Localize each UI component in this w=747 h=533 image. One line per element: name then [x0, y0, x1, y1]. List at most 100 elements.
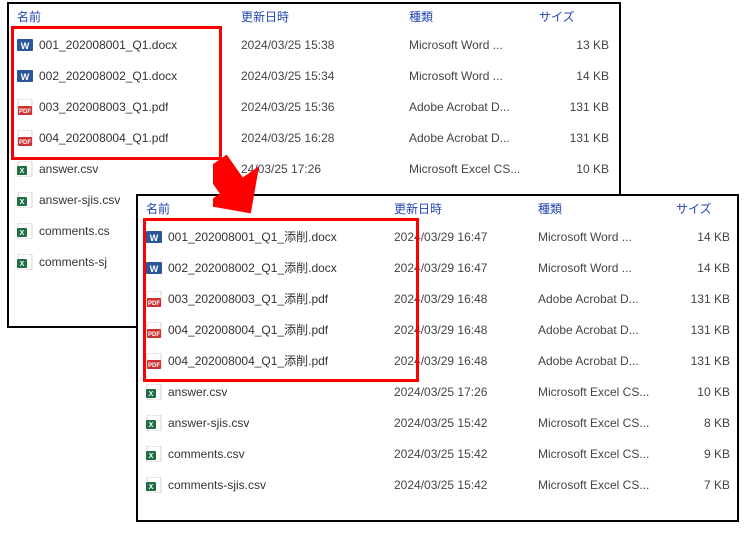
column-header-row: 名前 更新日時 種類 サイズ	[138, 196, 737, 221]
file-size-cell: 10 KB	[676, 385, 736, 399]
file-date-cell: 2024/03/29 16:48	[394, 292, 538, 306]
file-type-cell: Microsoft Excel CS...	[409, 162, 539, 176]
file-name-label: comments.cs	[39, 224, 110, 238]
file-name-cell[interactable]: X comments-sjis.csv	[146, 477, 394, 493]
file-size-cell: 9 KB	[676, 447, 736, 461]
file-row[interactable]: X comments-sjis.csv2024/03/25 15:42Micro…	[138, 469, 737, 500]
file-size-cell: 131 KB	[676, 292, 736, 306]
file-type-cell: Microsoft Excel CS...	[538, 385, 676, 399]
file-type-cell: Microsoft Excel CS...	[538, 447, 676, 461]
file-date-cell: 2024/03/29 16:48	[394, 354, 538, 368]
file-type-cell: Adobe Acrobat D...	[538, 323, 676, 337]
file-row[interactable]: W 002_202008002_Q1_添削.docx2024/03/29 16:…	[138, 252, 737, 283]
file-size-cell: 131 KB	[676, 354, 736, 368]
file-size-cell: 13 KB	[539, 38, 615, 52]
svg-text:X: X	[149, 391, 154, 398]
file-date-cell: 24/03/25 17:26	[241, 162, 409, 176]
file-type-cell: Microsoft Word ...	[538, 230, 676, 244]
file-type-cell: Microsoft Word ...	[538, 261, 676, 275]
file-row[interactable]: W 001_202008001_Q1.docx2024/03/25 15:38M…	[9, 29, 619, 60]
file-name-cell[interactable]: PDF 003_202008003_Q1.pdf	[17, 99, 241, 115]
word-icon: W	[17, 37, 33, 53]
svg-text:PDF: PDF	[148, 363, 160, 369]
file-row[interactable]: X comments.csv2024/03/25 15:42Microsoft …	[138, 438, 737, 469]
file-date-cell: 2024/03/25 15:38	[241, 38, 409, 52]
file-row[interactable]: PDF 003_202008003_Q1_添削.pdf2024/03/29 16…	[138, 283, 737, 314]
file-name-cell[interactable]: X answer.csv	[17, 161, 241, 177]
file-name-label: comments-sj	[39, 255, 107, 269]
pdf-icon: PDF	[17, 99, 33, 115]
file-name-label: 001_202008001_Q1.docx	[39, 38, 177, 52]
file-name-label: 002_202008002_Q1.docx	[39, 69, 177, 83]
file-type-cell: Adobe Acrobat D...	[538, 354, 676, 368]
file-type-cell: Adobe Acrobat D...	[409, 131, 539, 145]
file-date-cell: 2024/03/29 16:47	[394, 230, 538, 244]
file-size-cell: 14 KB	[676, 261, 736, 275]
file-name-label: 003_202008003_Q1.pdf	[39, 100, 168, 114]
column-header-date[interactable]: 更新日時	[241, 8, 409, 25]
file-row[interactable]: W 001_202008001_Q1_添削.docx2024/03/29 16:…	[138, 221, 737, 252]
file-date-cell: 2024/03/25 17:26	[394, 385, 538, 399]
file-name-cell[interactable]: PDF 004_202008004_Q1_添削.pdf	[146, 321, 394, 338]
excel-icon: X	[17, 192, 33, 208]
file-name-label: comments-sjis.csv	[168, 478, 266, 492]
file-date-cell: 2024/03/25 15:42	[394, 416, 538, 430]
file-name-cell[interactable]: W 001_202008001_Q1.docx	[17, 37, 241, 53]
file-explorer-window-after: 名前 更新日時 種類 サイズ W 001_202008001_Q1_添削.doc…	[136, 194, 739, 522]
file-name-cell[interactable]: PDF 004_202008004_Q1.pdf	[17, 130, 241, 146]
file-name-label: comments.csv	[168, 447, 245, 461]
svg-text:W: W	[150, 233, 159, 243]
svg-text:PDF: PDF	[19, 140, 31, 146]
file-row[interactable]: PDF 003_202008003_Q1.pdf2024/03/25 15:36…	[9, 91, 619, 122]
file-name-label: answer.csv	[39, 162, 98, 176]
file-name-cell[interactable]: W 001_202008001_Q1_添削.docx	[146, 228, 394, 245]
column-header-name[interactable]: 名前	[146, 200, 394, 217]
column-header-type[interactable]: 種類	[409, 8, 539, 25]
excel-icon: X	[146, 446, 162, 462]
pdf-icon: PDF	[146, 353, 162, 369]
svg-text:X: X	[20, 230, 25, 237]
file-name-label: 004_202008004_Q1.pdf	[39, 131, 168, 145]
file-type-cell: Microsoft Word ...	[409, 38, 539, 52]
file-row[interactable]: W 002_202008002_Q1.docx2024/03/25 15:34M…	[9, 60, 619, 91]
svg-text:X: X	[149, 453, 154, 460]
file-name-label: 001_202008001_Q1_添削.docx	[168, 228, 337, 245]
file-size-cell: 14 KB	[539, 69, 615, 83]
column-header-size[interactable]: サイズ	[676, 200, 736, 217]
file-type-cell: Adobe Acrobat D...	[409, 100, 539, 114]
excel-icon: X	[146, 477, 162, 493]
svg-text:PDF: PDF	[148, 301, 160, 307]
file-row[interactable]: X answer.csv24/03/25 17:26Microsoft Exce…	[9, 153, 619, 184]
word-icon: W	[146, 229, 162, 245]
file-name-cell[interactable]: X answer-sjis.csv	[146, 415, 394, 431]
file-row[interactable]: PDF 004_202008004_Q1_添削.pdf2024/03/29 16…	[138, 314, 737, 345]
file-name-label: 003_202008003_Q1_添削.pdf	[168, 290, 328, 307]
file-row[interactable]: PDF 004_202008004_Q1.pdf2024/03/25 16:28…	[9, 122, 619, 153]
column-header-date[interactable]: 更新日時	[394, 200, 538, 217]
excel-icon: X	[17, 223, 33, 239]
excel-icon: X	[17, 161, 33, 177]
word-icon: W	[17, 68, 33, 84]
column-header-name[interactable]: 名前	[17, 8, 241, 25]
file-row[interactable]: PDF 004_202008004_Q1_添削.pdf2024/03/29 16…	[138, 345, 737, 376]
pdf-icon: PDF	[146, 291, 162, 307]
file-type-cell: Microsoft Excel CS...	[538, 416, 676, 430]
file-name-cell[interactable]: PDF 004_202008004_Q1_添削.pdf	[146, 352, 394, 369]
svg-text:X: X	[20, 199, 25, 206]
column-header-type[interactable]: 種類	[538, 200, 676, 217]
file-size-cell: 131 KB	[539, 131, 615, 145]
file-name-cell[interactable]: X answer.csv	[146, 384, 394, 400]
file-name-cell[interactable]: W 002_202008002_Q1.docx	[17, 68, 241, 84]
file-size-cell: 131 KB	[539, 100, 615, 114]
file-row[interactable]: X answer.csv2024/03/25 17:26Microsoft Ex…	[138, 376, 737, 407]
file-row[interactable]: X answer-sjis.csv2024/03/25 15:42Microso…	[138, 407, 737, 438]
svg-text:W: W	[150, 264, 159, 274]
file-size-cell: 14 KB	[676, 230, 736, 244]
column-header-size[interactable]: サイズ	[539, 8, 615, 25]
file-name-cell[interactable]: W 002_202008002_Q1_添削.docx	[146, 259, 394, 276]
file-name-cell[interactable]: X comments.csv	[146, 446, 394, 462]
file-name-cell[interactable]: PDF 003_202008003_Q1_添削.pdf	[146, 290, 394, 307]
file-name-label: 002_202008002_Q1_添削.docx	[168, 259, 337, 276]
pdf-icon: PDF	[146, 322, 162, 338]
svg-text:PDF: PDF	[148, 332, 160, 338]
